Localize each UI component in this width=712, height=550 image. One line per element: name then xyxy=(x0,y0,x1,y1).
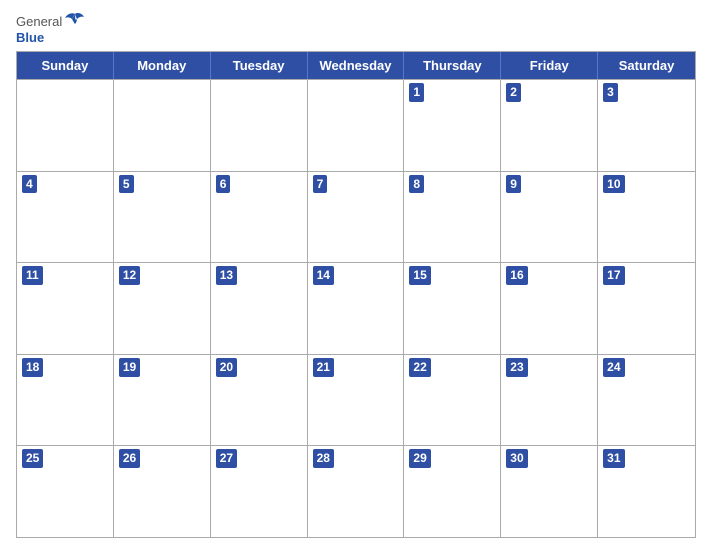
day-cell-20: 20 xyxy=(211,355,308,446)
day-number: 22 xyxy=(409,358,430,377)
empty-cell xyxy=(114,80,211,171)
day-number: 7 xyxy=(313,175,328,194)
day-number: 9 xyxy=(506,175,521,194)
day-number: 12 xyxy=(119,266,140,285)
day-number: 16 xyxy=(506,266,527,285)
header-cell-friday: Friday xyxy=(501,52,598,79)
day-cell-14: 14 xyxy=(308,263,405,354)
day-cell-5: 5 xyxy=(114,172,211,263)
day-number: 8 xyxy=(409,175,424,194)
header-cell-thursday: Thursday xyxy=(404,52,501,79)
day-number: 13 xyxy=(216,266,237,285)
day-number: 20 xyxy=(216,358,237,377)
day-number: 11 xyxy=(22,266,43,285)
calendar-header-row: SundayMondayTuesdayWednesdayThursdayFrid… xyxy=(17,52,695,79)
day-cell-6: 6 xyxy=(211,172,308,263)
logo-general-text: General xyxy=(16,14,62,29)
day-cell-11: 11 xyxy=(17,263,114,354)
day-cell-19: 19 xyxy=(114,355,211,446)
day-number: 19 xyxy=(119,358,140,377)
week-row-3: 11 12 13 14 15 16 17 xyxy=(17,262,695,354)
day-cell-3: 3 xyxy=(598,80,695,171)
day-cell-28: 28 xyxy=(308,446,405,537)
day-cell-17: 17 xyxy=(598,263,695,354)
week-row-5: 25 26 27 28 29 30 31 xyxy=(17,445,695,537)
day-number: 28 xyxy=(313,449,334,468)
header: General Blue xyxy=(16,12,696,45)
day-number: 23 xyxy=(506,358,527,377)
week-row-2: 4 5 6 7 8 9 10 xyxy=(17,171,695,263)
day-number: 24 xyxy=(603,358,624,377)
day-number: 21 xyxy=(313,358,334,377)
header-cell-tuesday: Tuesday xyxy=(211,52,308,79)
day-number: 2 xyxy=(506,83,521,102)
day-cell-1: 1 xyxy=(404,80,501,171)
header-cell-monday: Monday xyxy=(114,52,211,79)
day-number: 5 xyxy=(119,175,134,194)
header-cell-sunday: Sunday xyxy=(17,52,114,79)
day-number: 10 xyxy=(603,175,624,194)
empty-cell xyxy=(17,80,114,171)
calendar-body: 1234567891011121314151617181920212223242… xyxy=(17,79,695,537)
header-cell-saturday: Saturday xyxy=(598,52,695,79)
logo-bird-icon xyxy=(64,12,86,30)
day-cell-9: 9 xyxy=(501,172,598,263)
day-cell-18: 18 xyxy=(17,355,114,446)
day-number: 18 xyxy=(22,358,43,377)
day-cell-25: 25 xyxy=(17,446,114,537)
day-number: 29 xyxy=(409,449,430,468)
day-number: 15 xyxy=(409,266,430,285)
day-number: 14 xyxy=(313,266,334,285)
day-number: 31 xyxy=(603,449,624,468)
day-cell-15: 15 xyxy=(404,263,501,354)
logo: General Blue xyxy=(16,12,86,45)
week-row-4: 18 19 20 21 22 23 24 xyxy=(17,354,695,446)
day-cell-7: 7 xyxy=(308,172,405,263)
day-cell-26: 26 xyxy=(114,446,211,537)
day-cell-13: 13 xyxy=(211,263,308,354)
day-number: 25 xyxy=(22,449,43,468)
day-cell-21: 21 xyxy=(308,355,405,446)
day-number: 27 xyxy=(216,449,237,468)
day-cell-27: 27 xyxy=(211,446,308,537)
day-number: 26 xyxy=(119,449,140,468)
day-cell-29: 29 xyxy=(404,446,501,537)
day-cell-30: 30 xyxy=(501,446,598,537)
empty-cell xyxy=(211,80,308,171)
day-number: 1 xyxy=(409,83,424,102)
day-cell-23: 23 xyxy=(501,355,598,446)
empty-cell xyxy=(308,80,405,171)
logo-blue-text: Blue xyxy=(16,30,44,45)
day-cell-2: 2 xyxy=(501,80,598,171)
day-number: 30 xyxy=(506,449,527,468)
week-row-1: 1 2 3 xyxy=(17,79,695,171)
calendar-grid: SundayMondayTuesdayWednesdayThursdayFrid… xyxy=(16,51,696,538)
day-cell-12: 12 xyxy=(114,263,211,354)
day-cell-31: 31 xyxy=(598,446,695,537)
day-cell-10: 10 xyxy=(598,172,695,263)
day-cell-16: 16 xyxy=(501,263,598,354)
day-cell-4: 4 xyxy=(17,172,114,263)
day-number: 17 xyxy=(603,266,624,285)
day-number: 4 xyxy=(22,175,37,194)
day-cell-24: 24 xyxy=(598,355,695,446)
day-number: 6 xyxy=(216,175,231,194)
day-number: 3 xyxy=(603,83,618,102)
header-cell-wednesday: Wednesday xyxy=(308,52,405,79)
calendar-page: General Blue SundayMondayTuesdayWednesda… xyxy=(0,0,712,550)
day-cell-22: 22 xyxy=(404,355,501,446)
day-cell-8: 8 xyxy=(404,172,501,263)
